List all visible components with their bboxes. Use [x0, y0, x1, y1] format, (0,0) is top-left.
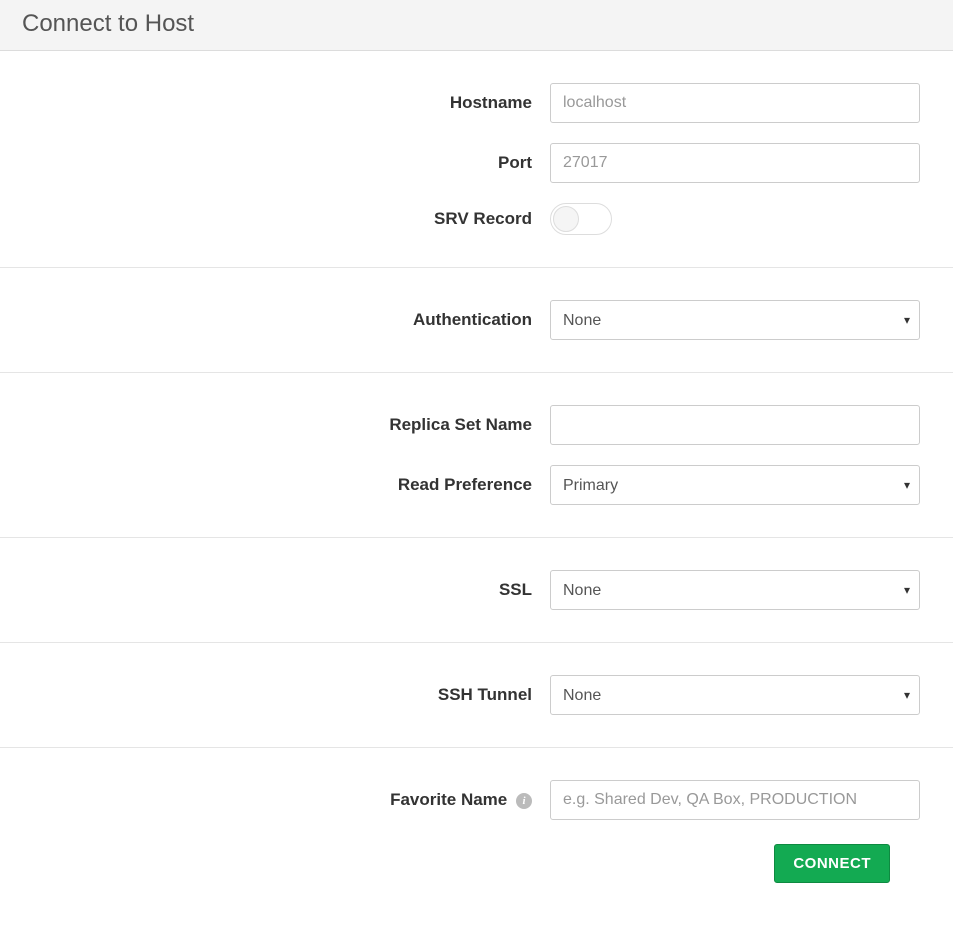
authentication-label: Authentication — [30, 310, 550, 330]
section-ssl: SSL None — [0, 538, 953, 643]
section-auth: Authentication None — [0, 268, 953, 373]
connect-button[interactable]: CONNECT — [774, 844, 890, 883]
ssl-label: SSL — [30, 580, 550, 600]
row-favorite-name: Favorite Name i — [0, 770, 953, 830]
favorite-name-input[interactable] — [550, 780, 920, 820]
hostname-input[interactable] — [550, 83, 920, 123]
replica-set-input[interactable] — [550, 405, 920, 445]
ssh-tunnel-select[interactable]: None — [550, 675, 920, 715]
toggle-knob — [553, 206, 579, 232]
srv-toggle[interactable] — [550, 203, 612, 235]
dialog-title: Connect to Host — [22, 10, 931, 38]
row-srv: SRV Record — [0, 193, 953, 245]
button-row: CONNECT — [0, 830, 920, 903]
section-host: Hostname Port SRV Record — [0, 51, 953, 268]
favorite-name-label-text: Favorite Name — [390, 790, 507, 809]
dialog-header: Connect to Host — [0, 0, 953, 51]
port-label: Port — [30, 153, 550, 173]
section-favorite: Favorite Name i CONNECT — [0, 748, 953, 925]
info-icon[interactable]: i — [516, 793, 532, 809]
row-port: Port — [0, 133, 953, 193]
section-replica: Replica Set Name Read Preference Primary — [0, 373, 953, 538]
port-input[interactable] — [550, 143, 920, 183]
authentication-select[interactable]: None — [550, 300, 920, 340]
ssh-tunnel-label: SSH Tunnel — [30, 685, 550, 705]
hostname-label: Hostname — [30, 93, 550, 113]
replica-set-label: Replica Set Name — [30, 415, 550, 435]
read-preference-label: Read Preference — [30, 475, 550, 495]
row-ssl: SSL None — [0, 560, 953, 620]
row-authentication: Authentication None — [0, 290, 953, 350]
row-ssh-tunnel: SSH Tunnel None — [0, 665, 953, 725]
row-read-preference: Read Preference Primary — [0, 455, 953, 515]
srv-label: SRV Record — [30, 209, 550, 229]
row-hostname: Hostname — [0, 73, 953, 133]
read-preference-select[interactable]: Primary — [550, 465, 920, 505]
favorite-name-label: Favorite Name i — [30, 790, 550, 810]
ssl-select[interactable]: None — [550, 570, 920, 610]
row-replica-set: Replica Set Name — [0, 395, 953, 455]
section-ssh: SSH Tunnel None — [0, 643, 953, 748]
